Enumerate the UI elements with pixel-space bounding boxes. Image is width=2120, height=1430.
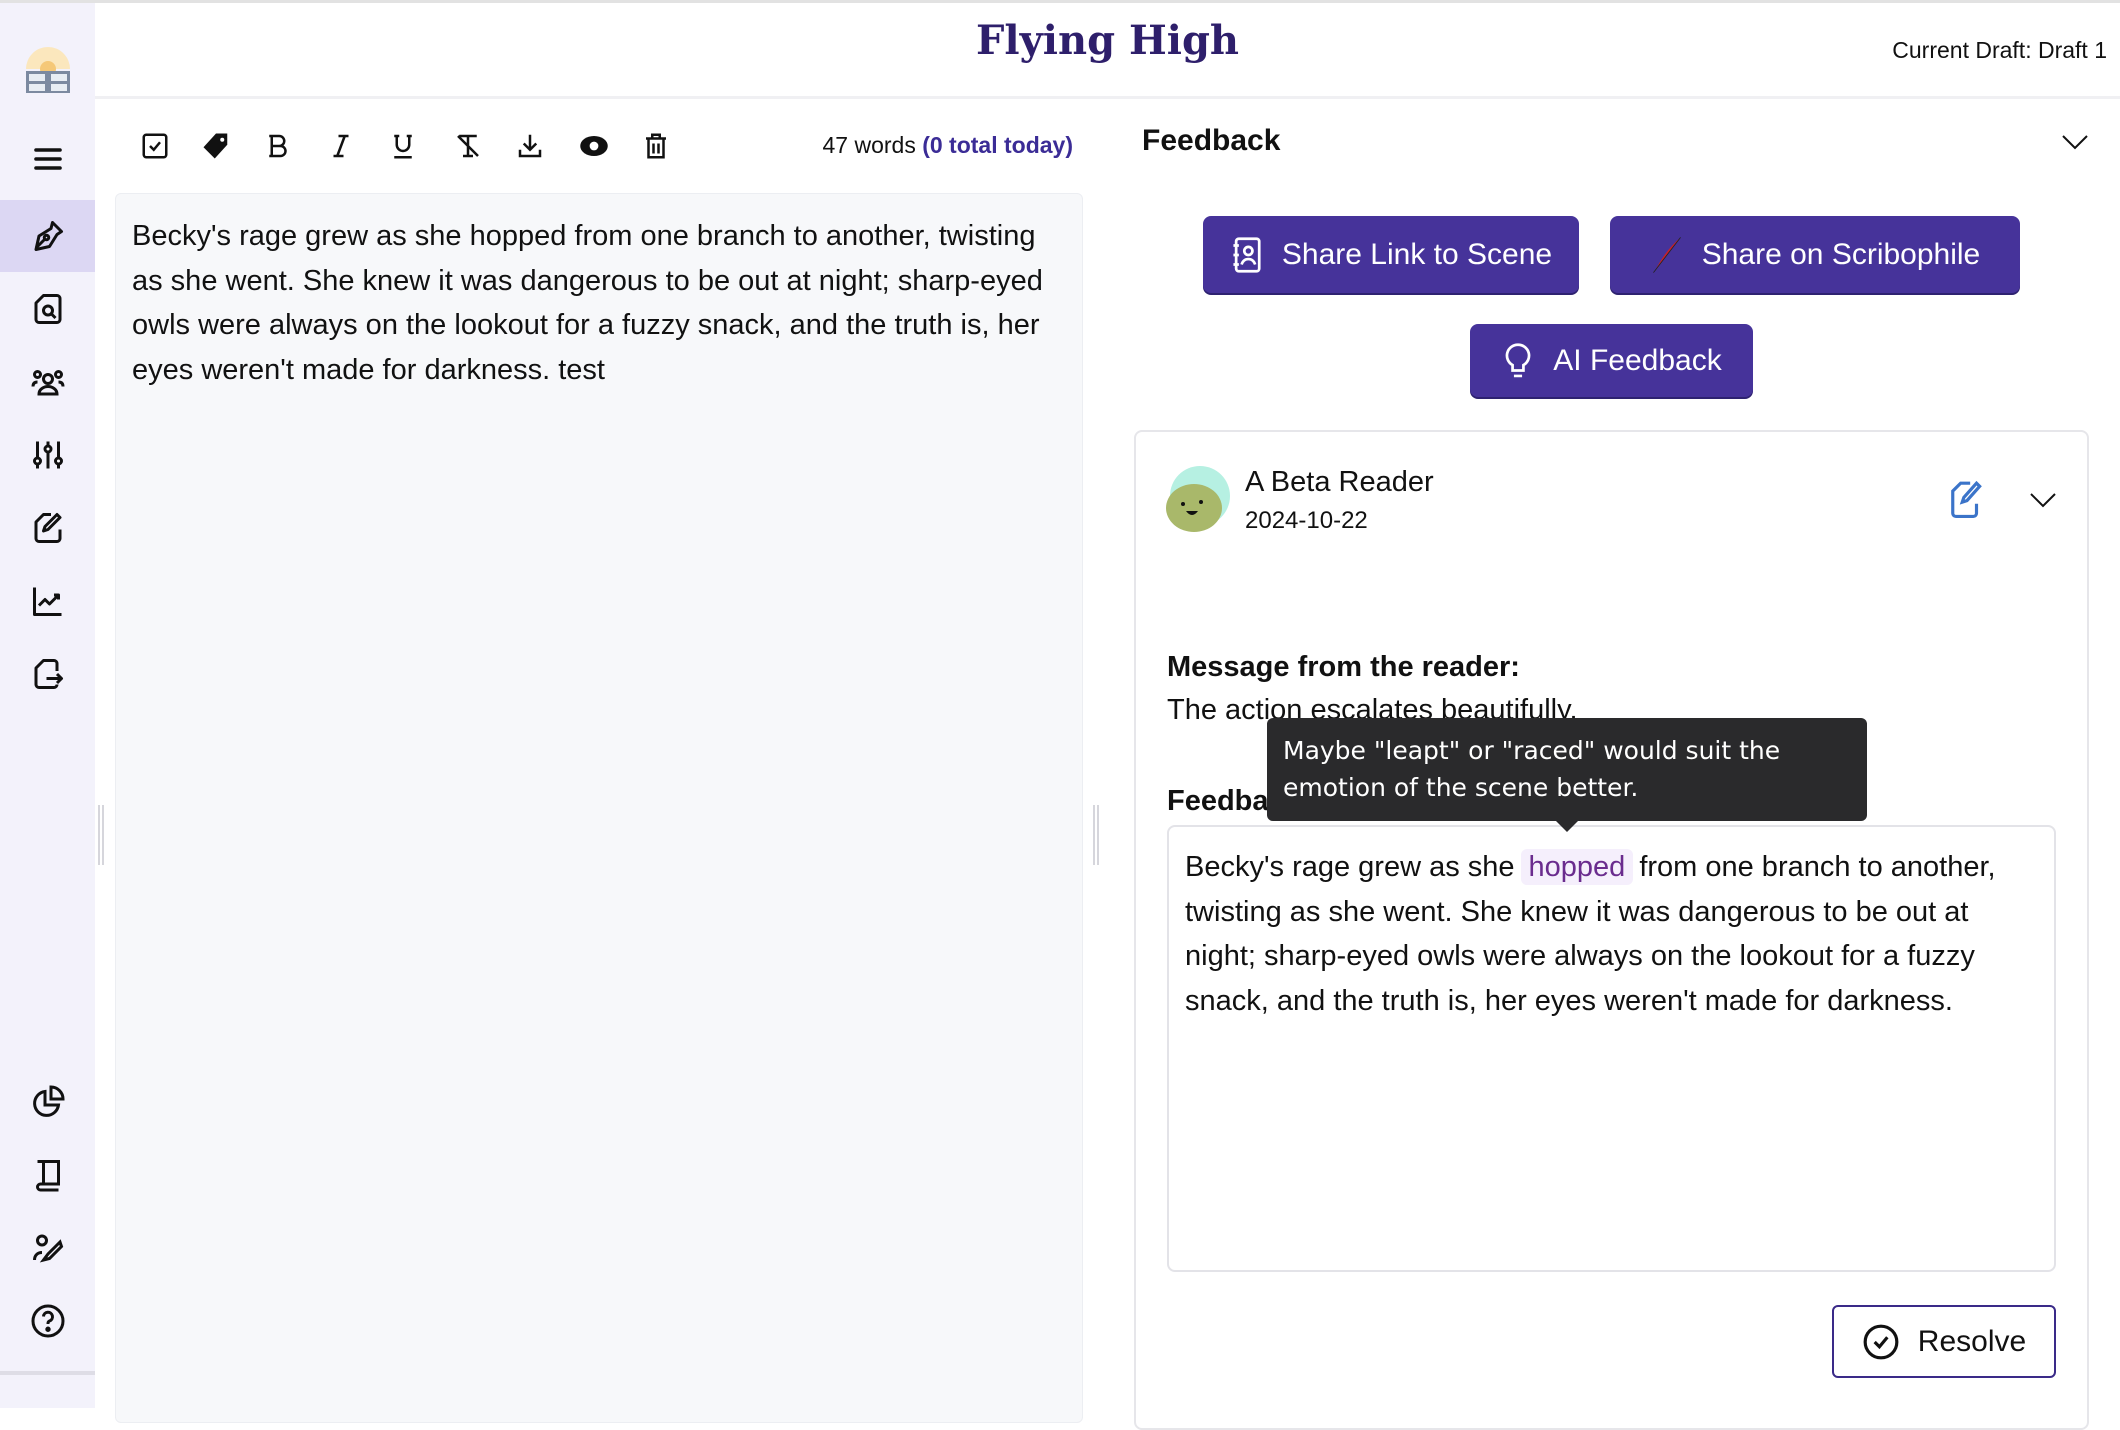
share-link-label: Share Link to Scene [1281, 237, 1553, 271]
underline-button[interactable] [385, 128, 421, 164]
sidebar-item-write[interactable] [0, 200, 95, 272]
sidebar-item-analytics[interactable] [0, 1066, 95, 1138]
lightbulb-icon [1505, 342, 1531, 377]
bold-button[interactable] [260, 128, 296, 164]
word-count: 47 words (0 total today) [823, 132, 1074, 159]
suggestion-tooltip: Maybe "leapt" or "raced" would suit the … [1267, 718, 1867, 821]
sidebar-item-stats[interactable] [0, 565, 95, 637]
sidebar-item-research[interactable] [0, 273, 95, 345]
page-title: Flying High [975, 17, 1240, 64]
menu-button[interactable] [0, 123, 95, 195]
share-scribophile-button[interactable]: Share on Scribophile [1610, 216, 2020, 293]
highlighted-word[interactable]: hopped [1520, 849, 1634, 885]
eye-icon [580, 136, 608, 156]
pie-chart-icon [32, 1085, 65, 1117]
preview-button[interactable] [576, 128, 612, 164]
feedback-heading: Feedback [1142, 124, 1281, 157]
resolve-label: Resolve [1917, 1324, 2027, 1358]
download-icon [518, 134, 542, 158]
tag-button[interactable] [198, 128, 234, 164]
edit-feedback-icon[interactable] [1948, 478, 1986, 520]
card-collapse-chevron-icon[interactable] [2028, 490, 2058, 510]
sliders-icon [32, 441, 63, 469]
menu-icon [33, 148, 62, 170]
ai-feedback-button[interactable]: AI Feedback [1470, 324, 1753, 397]
user-edit-icon [32, 1234, 63, 1263]
word-count-value: 47 words [822, 132, 916, 158]
sidebar-item-book[interactable] [0, 1139, 95, 1211]
delete-button[interactable] [638, 128, 674, 164]
clear-format-icon [457, 134, 479, 158]
italic-icon [333, 134, 349, 158]
sidebar-divider [0, 1371, 95, 1375]
pen-nib-icon [34, 221, 63, 251]
check-circle-icon [1863, 1324, 1899, 1359]
sidebar-item-characters[interactable] [0, 346, 95, 418]
chart-line-icon [32, 587, 61, 616]
checkbox-icon [142, 133, 168, 159]
feedback-text-before: Becky's rage grew as she [1185, 851, 1515, 883]
tooltip-arrow [1555, 820, 1579, 832]
help-icon [31, 1304, 64, 1338]
tag-icon [203, 133, 228, 159]
editor-textarea[interactable]: Becky's rage grew as she hopped from one… [115, 193, 1083, 1423]
book-icon [35, 1160, 60, 1192]
left-resize-handle[interactable] [98, 805, 104, 865]
share-scribophile-label: Share on Scribophile [1701, 237, 1981, 271]
share-link-button[interactable]: Share Link to Scene [1203, 216, 1579, 293]
bold-icon [269, 134, 287, 158]
sidebar-item-profile[interactable] [0, 1212, 95, 1284]
sidebar-item-help[interactable] [0, 1285, 95, 1357]
quill-icon [1652, 236, 1681, 273]
message-label: Message from the reader: [1167, 651, 1520, 683]
clear-format-button[interactable] [450, 128, 486, 164]
italic-button[interactable] [323, 128, 359, 164]
sidebar-item-export[interactable] [0, 638, 95, 710]
header: Flying High Current Draft: Draft 1 [95, 3, 2120, 99]
feedback-date: 2024-10-22 [1245, 507, 1368, 534]
today-count: (0 total today) [922, 132, 1073, 158]
reader-name: A Beta Reader [1245, 466, 1434, 498]
feedback-text-box: Becky's rage grew as she hopped from one b… [1167, 825, 2056, 1272]
sidebar [0, 3, 95, 1408]
download-button[interactable] [512, 128, 548, 164]
current-draft[interactable]: Current Draft: Draft 1 [1892, 37, 2107, 64]
file-edit-icon [34, 513, 61, 543]
ai-feedback-label: AI Feedback [1553, 343, 1722, 377]
file-export-icon [34, 659, 63, 689]
users-icon [31, 370, 64, 396]
feedback-collapse-chevron-icon[interactable] [2060, 132, 2090, 152]
sidebar-item-edit[interactable] [0, 492, 95, 564]
reader-avatar [1166, 466, 1230, 532]
panel-resize-handle[interactable] [1093, 805, 1099, 865]
file-search-icon [34, 294, 61, 324]
checkbox-button[interactable] [137, 128, 173, 164]
app-logo [20, 39, 76, 95]
sidebar-item-settings[interactable] [0, 419, 95, 491]
underline-icon [394, 134, 412, 159]
resolve-button[interactable]: Resolve [1832, 1305, 2056, 1378]
trash-icon [646, 133, 666, 159]
contact-book-icon [1233, 236, 1261, 273]
